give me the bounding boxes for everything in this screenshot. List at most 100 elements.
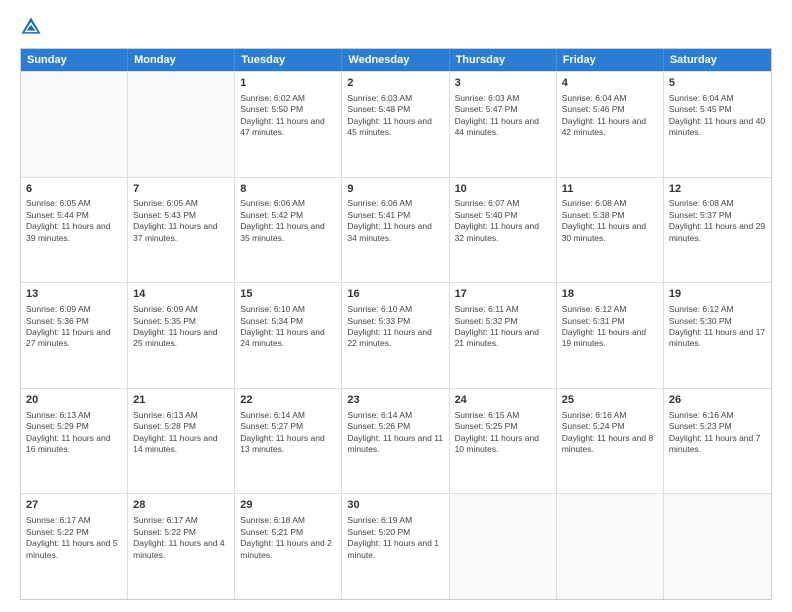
day-detail: Sunrise: 6:06 AM Sunset: 5:41 PM Dayligh… xyxy=(347,198,443,244)
calendar-cell: 18 Sunrise: 6:12 AM Sunset: 5:31 PM Dayli… xyxy=(557,283,664,388)
day-detail: Sunrise: 6:16 AM Sunset: 5:24 PM Dayligh… xyxy=(562,410,658,456)
calendar-row-3: 13 Sunrise: 6:09 AM Sunset: 5:36 PM Dayli… xyxy=(21,282,771,388)
day-number: 14 xyxy=(133,287,229,302)
day-number: 19 xyxy=(669,287,766,302)
calendar-cell: 19 Sunrise: 6:12 AM Sunset: 5:30 PM Dayli… xyxy=(664,283,771,388)
calendar-cell: 30 Sunrise: 6:19 AM Sunset: 5:20 PM Dayli… xyxy=(342,494,449,599)
day-detail: Sunrise: 6:19 AM Sunset: 5:20 PM Dayligh… xyxy=(347,515,443,561)
weekday-header-saturday: Saturday xyxy=(664,49,771,71)
calendar-cell: 25 Sunrise: 6:16 AM Sunset: 5:24 PM Dayli… xyxy=(557,389,664,494)
calendar: SundayMondayTuesdayWednesdayThursdayFrid… xyxy=(20,48,772,600)
calendar-body: 1 Sunrise: 6:02 AM Sunset: 5:50 PM Daylig… xyxy=(21,71,771,599)
day-detail: Sunrise: 6:06 AM Sunset: 5:42 PM Dayligh… xyxy=(240,198,336,244)
weekday-header-thursday: Thursday xyxy=(450,49,557,71)
day-detail: Sunrise: 6:07 AM Sunset: 5:40 PM Dayligh… xyxy=(455,198,551,244)
calendar-cell: 21Sunrise: 6:13 AM Sunset: 5:28 PM Dayli… xyxy=(128,389,235,494)
day-detail: Sunrise: 6:15 AM Sunset: 5:25 PM Dayligh… xyxy=(455,410,551,456)
calendar-cell: 24 Sunrise: 6:15 AM Sunset: 5:25 PM Dayli… xyxy=(450,389,557,494)
calendar-cell: 1 Sunrise: 6:02 AM Sunset: 5:50 PM Daylig… xyxy=(235,72,342,177)
calendar-cell: 7Sunrise: 6:05 AM Sunset: 5:43 PM Daylig… xyxy=(128,178,235,283)
day-number: 11 xyxy=(562,182,658,197)
day-number: 27 xyxy=(26,498,122,513)
calendar-cell: 9Sunrise: 6:06 AM Sunset: 5:41 PM Daylig… xyxy=(342,178,449,283)
calendar-cell xyxy=(128,72,235,177)
calendar-cell: 3 Sunrise: 6:03 AM Sunset: 5:47 PM Daylig… xyxy=(450,72,557,177)
calendar-cell xyxy=(557,494,664,599)
day-detail: Sunrise: 6:08 AM Sunset: 5:37 PM Dayligh… xyxy=(669,198,766,244)
day-detail: Sunrise: 6:16 AM Sunset: 5:23 PM Dayligh… xyxy=(669,410,766,456)
weekday-header-tuesday: Tuesday xyxy=(235,49,342,71)
day-number: 28 xyxy=(133,498,229,513)
calendar-cell: 20Sunrise: 6:13 AM Sunset: 5:29 PM Dayli… xyxy=(21,389,128,494)
calendar-cell: 10Sunrise: 6:07 AM Sunset: 5:40 PM Dayli… xyxy=(450,178,557,283)
calendar-cell: 6Sunrise: 6:05 AM Sunset: 5:44 PM Daylig… xyxy=(21,178,128,283)
day-number: 30 xyxy=(347,498,443,513)
day-number: 29 xyxy=(240,498,336,513)
day-number: 7 xyxy=(133,182,229,197)
day-detail: Sunrise: 6:02 AM Sunset: 5:50 PM Dayligh… xyxy=(240,93,336,139)
day-detail: Sunrise: 6:09 AM Sunset: 5:36 PM Dayligh… xyxy=(26,304,122,350)
calendar-cell: 16Sunrise: 6:10 AM Sunset: 5:33 PM Dayli… xyxy=(342,283,449,388)
calendar-cell: 29 Sunrise: 6:18 AM Sunset: 5:21 PM Dayli… xyxy=(235,494,342,599)
calendar-cell: 27Sunrise: 6:17 AM Sunset: 5:22 PM Dayli… xyxy=(21,494,128,599)
calendar-cell xyxy=(21,72,128,177)
day-detail: Sunrise: 6:13 AM Sunset: 5:29 PM Dayligh… xyxy=(26,410,122,456)
calendar-row-2: 6Sunrise: 6:05 AM Sunset: 5:44 PM Daylig… xyxy=(21,177,771,283)
day-detail: Sunrise: 6:04 AM Sunset: 5:45 PM Dayligh… xyxy=(669,93,766,139)
calendar-cell: 2 Sunrise: 6:03 AM Sunset: 5:48 PM Daylig… xyxy=(342,72,449,177)
day-detail: Sunrise: 6:05 AM Sunset: 5:43 PM Dayligh… xyxy=(133,198,229,244)
day-detail: Sunrise: 6:14 AM Sunset: 5:26 PM Dayligh… xyxy=(347,410,443,456)
day-detail: Sunrise: 6:03 AM Sunset: 5:48 PM Dayligh… xyxy=(347,93,443,139)
day-detail: Sunrise: 6:18 AM Sunset: 5:21 PM Dayligh… xyxy=(240,515,336,561)
day-number: 25 xyxy=(562,393,658,408)
day-detail: Sunrise: 6:14 AM Sunset: 5:27 PM Dayligh… xyxy=(240,410,336,456)
day-number: 21 xyxy=(133,393,229,408)
day-number: 5 xyxy=(669,76,766,91)
day-detail: Sunrise: 6:12 AM Sunset: 5:30 PM Dayligh… xyxy=(669,304,766,350)
weekday-header-monday: Monday xyxy=(128,49,235,71)
day-number: 10 xyxy=(455,182,551,197)
day-detail: Sunrise: 6:12 AM Sunset: 5:31 PM Dayligh… xyxy=(562,304,658,350)
day-number: 16 xyxy=(347,287,443,302)
day-detail: Sunrise: 6:08 AM Sunset: 5:38 PM Dayligh… xyxy=(562,198,658,244)
calendar-cell: 15 Sunrise: 6:10 AM Sunset: 5:34 PM Dayli… xyxy=(235,283,342,388)
day-number: 26 xyxy=(669,393,766,408)
calendar-row-4: 20Sunrise: 6:13 AM Sunset: 5:29 PM Dayli… xyxy=(21,388,771,494)
calendar-cell: 5 Sunrise: 6:04 AM Sunset: 5:45 PM Daylig… xyxy=(664,72,771,177)
day-number: 1 xyxy=(240,76,336,91)
logo-icon xyxy=(20,16,42,38)
day-number: 4 xyxy=(562,76,658,91)
calendar-row-1: 1 Sunrise: 6:02 AM Sunset: 5:50 PM Daylig… xyxy=(21,71,771,177)
header xyxy=(20,16,772,38)
calendar-cell: 8Sunrise: 6:06 AM Sunset: 5:42 PM Daylig… xyxy=(235,178,342,283)
day-detail: Sunrise: 6:11 AM Sunset: 5:32 PM Dayligh… xyxy=(455,304,551,350)
calendar-cell: 4 Sunrise: 6:04 AM Sunset: 5:46 PM Daylig… xyxy=(557,72,664,177)
calendar-cell: 12Sunrise: 6:08 AM Sunset: 5:37 PM Dayli… xyxy=(664,178,771,283)
day-number: 15 xyxy=(240,287,336,302)
day-number: 12 xyxy=(669,182,766,197)
day-number: 6 xyxy=(26,182,122,197)
calendar-cell: 28Sunrise: 6:17 AM Sunset: 5:22 PM Dayli… xyxy=(128,494,235,599)
logo xyxy=(20,16,46,38)
day-number: 9 xyxy=(347,182,443,197)
day-number: 8 xyxy=(240,182,336,197)
calendar-row-5: 27Sunrise: 6:17 AM Sunset: 5:22 PM Dayli… xyxy=(21,493,771,599)
calendar-cell: 26 Sunrise: 6:16 AM Sunset: 5:23 PM Dayli… xyxy=(664,389,771,494)
calendar-cell: 14 Sunrise: 6:09 AM Sunset: 5:35 PM Dayli… xyxy=(128,283,235,388)
day-number: 2 xyxy=(347,76,443,91)
day-number: 18 xyxy=(562,287,658,302)
day-number: 13 xyxy=(26,287,122,302)
day-number: 24 xyxy=(455,393,551,408)
page: SundayMondayTuesdayWednesdayThursdayFrid… xyxy=(0,0,792,612)
calendar-cell: 22Sunrise: 6:14 AM Sunset: 5:27 PM Dayli… xyxy=(235,389,342,494)
day-detail: Sunrise: 6:10 AM Sunset: 5:34 PM Dayligh… xyxy=(240,304,336,350)
weekday-header-wednesday: Wednesday xyxy=(342,49,449,71)
day-number: 3 xyxy=(455,76,551,91)
day-detail: Sunrise: 6:09 AM Sunset: 5:35 PM Dayligh… xyxy=(133,304,229,350)
day-detail: Sunrise: 6:03 AM Sunset: 5:47 PM Dayligh… xyxy=(455,93,551,139)
calendar-cell: 23Sunrise: 6:14 AM Sunset: 5:26 PM Dayli… xyxy=(342,389,449,494)
weekday-header-sunday: Sunday xyxy=(21,49,128,71)
day-detail: Sunrise: 6:04 AM Sunset: 5:46 PM Dayligh… xyxy=(562,93,658,139)
calendar-cell: 11Sunrise: 6:08 AM Sunset: 5:38 PM Dayli… xyxy=(557,178,664,283)
calendar-cell xyxy=(664,494,771,599)
